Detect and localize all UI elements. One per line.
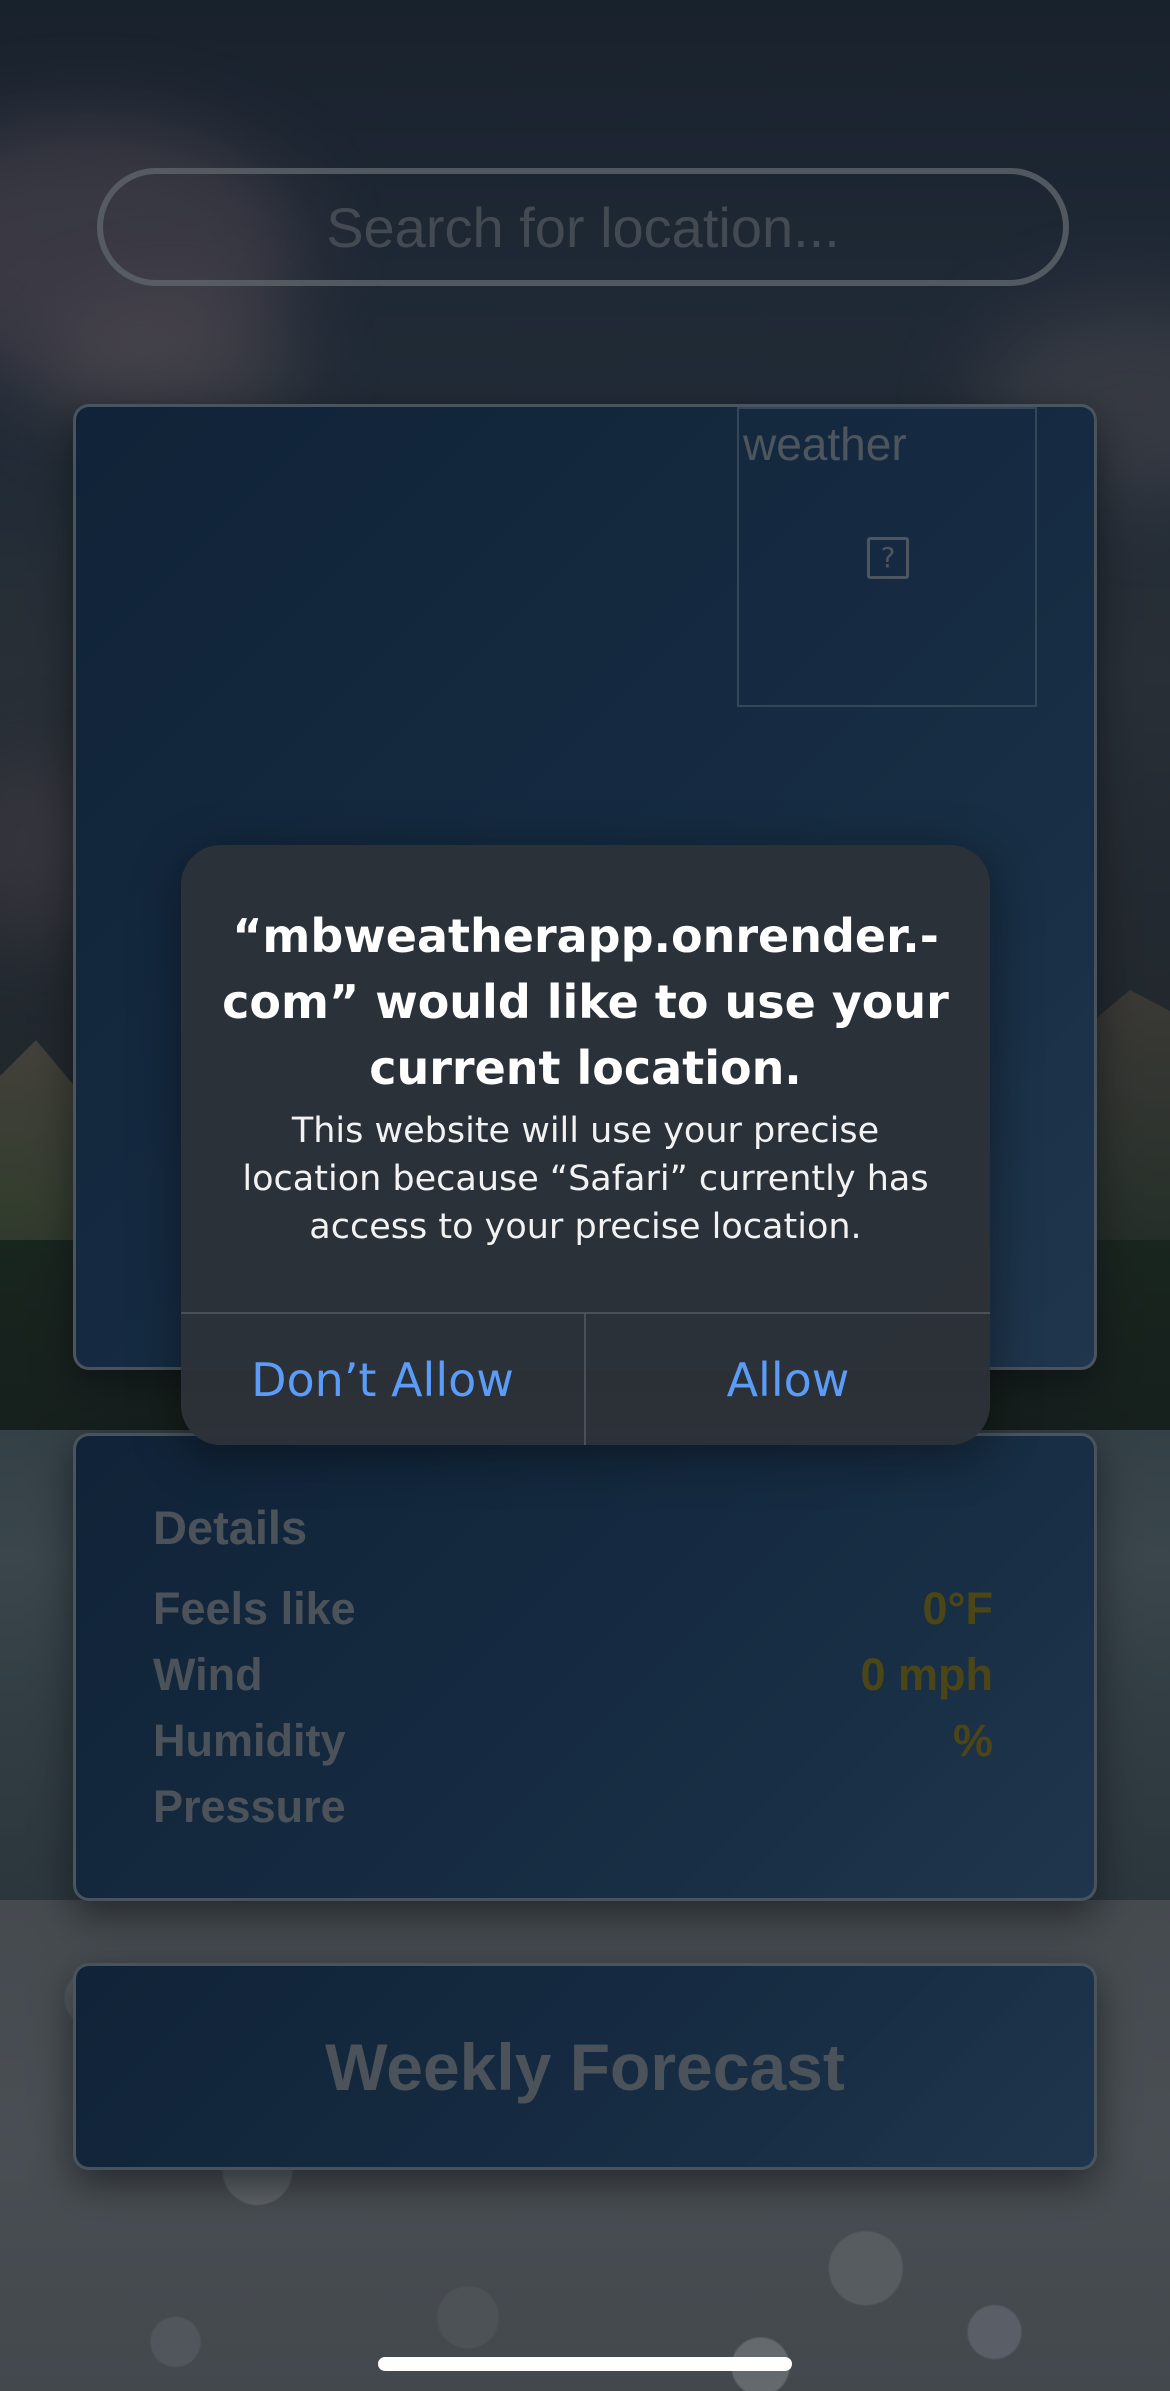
dont-allow-button[interactable]: Don’t Allow xyxy=(181,1314,584,1445)
alert-message: This website will use your precise locat… xyxy=(242,1111,929,1247)
home-indicator[interactable] xyxy=(378,2357,792,2371)
allow-button[interactable]: Allow xyxy=(586,1314,990,1445)
location-permission-alert: “mbweatherapp.onrender.-com” would like … xyxy=(181,845,990,1445)
alert-title: “mbweatherapp.onrender.-com” would like … xyxy=(222,909,949,1095)
